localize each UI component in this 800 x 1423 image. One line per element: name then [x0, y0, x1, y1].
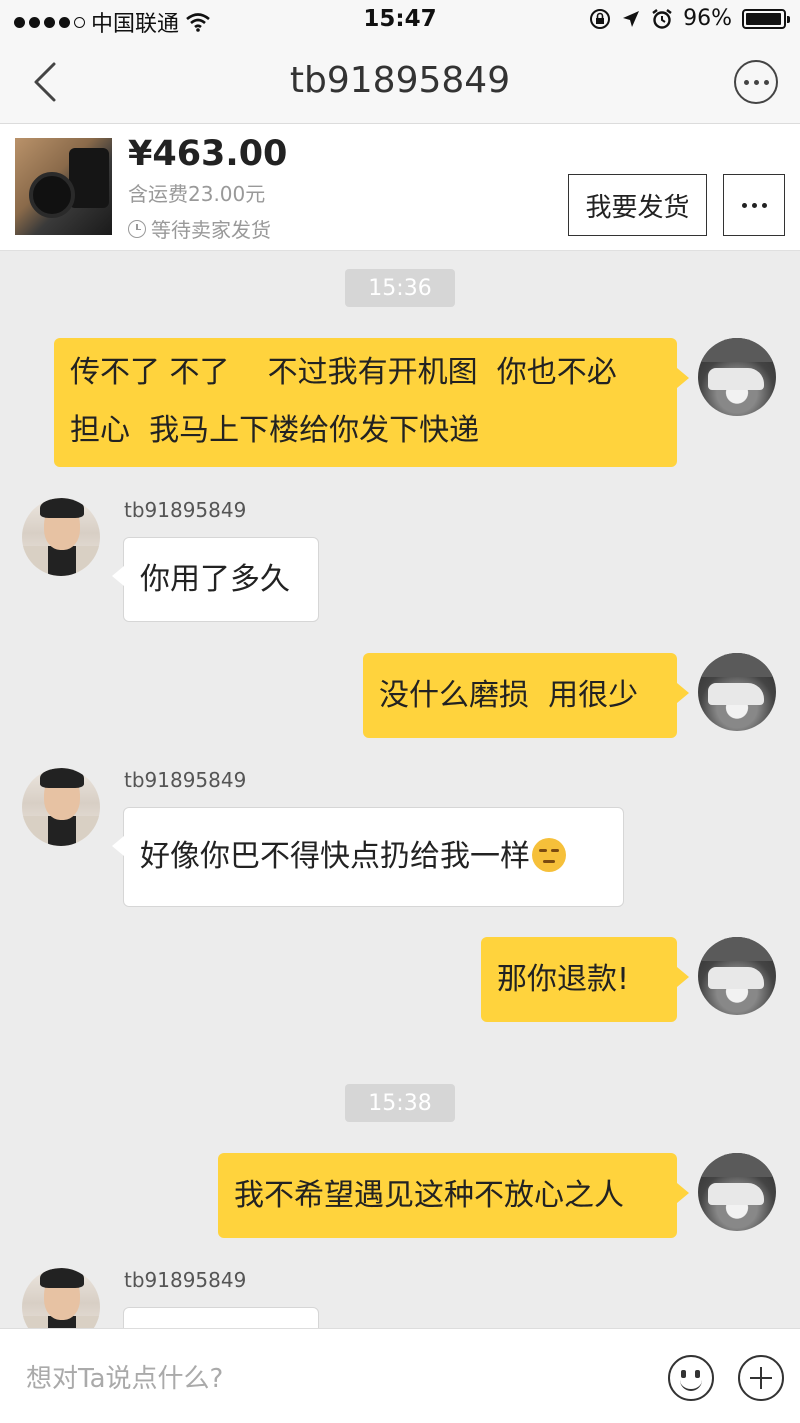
order-price: ¥463.00 — [128, 134, 288, 174]
my-avatar[interactable] — [698, 937, 776, 1015]
alarm-icon — [652, 8, 672, 29]
unamused-emoji-icon — [532, 838, 566, 872]
order-more-button[interactable] — [723, 174, 785, 236]
message-text: 好像你巴不得快点扔给我一样 — [140, 839, 530, 874]
message-text: 我不希望遇见这种不放心之人 — [234, 1178, 624, 1213]
order-card[interactable]: ¥463.00 含运费23.00元 等待卖家发货 我要发货 — [0, 124, 800, 251]
message-text-line: 传不了 不了 不过我有开机图 你也不必 — [70, 355, 617, 390]
my-avatar[interactable] — [698, 1153, 776, 1231]
battery-fill — [746, 12, 781, 25]
sender-name: tb91895849 — [124, 768, 247, 792]
message-bubble-outgoing[interactable]: 没什么磨损 用很少 — [363, 653, 689, 738]
dot — [761, 202, 767, 208]
status-bar: 中国联通 15:47 96% — [0, 0, 800, 40]
dot — [751, 202, 757, 208]
message-input-bar — [0, 1328, 800, 1423]
timestamp-chip: 15:36 — [345, 269, 455, 307]
message-text-line: 担心 我马上下楼给你发下快递 — [70, 413, 480, 448]
clock-icon — [128, 219, 146, 238]
page-title: tb91895849 — [289, 60, 511, 101]
smiley-icon[interactable] — [668, 1355, 714, 1401]
ship-button[interactable]: 我要发货 — [568, 174, 707, 236]
sender-name: tb91895849 — [124, 498, 247, 522]
message-bubble-outgoing[interactable]: 传不了 不了 不过我有开机图 你也不必 担心 我马上下楼给你发下快递 — [54, 338, 689, 467]
shipping-fee: 含运费23.00元 — [128, 182, 266, 206]
more-options-button[interactable] — [734, 60, 778, 104]
message-input[interactable] — [26, 1359, 626, 1399]
dot — [763, 79, 769, 85]
contact-avatar[interactable] — [22, 498, 100, 576]
my-avatar[interactable] — [698, 338, 776, 416]
message-text: 没什么磨损 用很少 — [379, 678, 639, 713]
dot — [741, 202, 747, 208]
rotation-lock-icon — [590, 8, 611, 29]
location-icon — [623, 10, 640, 27]
message-bubble-outgoing[interactable]: 那你退款! — [481, 937, 689, 1022]
plus-icon[interactable] — [738, 1355, 784, 1401]
camera-body — [69, 148, 109, 208]
status-right: 96% — [589, 6, 790, 31]
product-thumbnail[interactable] — [15, 138, 112, 235]
message-text: 那你退款! — [497, 962, 630, 997]
nav-bar: tb91895849 — [0, 40, 800, 124]
sender-name: tb91895849 — [124, 1268, 247, 1292]
my-avatar[interactable] — [698, 653, 776, 731]
message-bubble-outgoing[interactable]: 我不希望遇见这种不放心之人 — [218, 1153, 689, 1238]
contact-avatar[interactable] — [22, 768, 100, 846]
camera-lens — [29, 172, 75, 218]
dot — [753, 79, 759, 85]
order-status-label: 等待卖家发货 — [151, 218, 271, 242]
timestamp-chip: 15:38 — [345, 1084, 455, 1122]
message-text: 你用了多久 — [140, 562, 290, 597]
battery-percent: 96% — [683, 6, 732, 31]
message-bubble-incoming[interactable]: 你用了多久 — [112, 537, 319, 622]
order-status: 等待卖家发货 — [128, 214, 271, 243]
message-bubble-incoming[interactable]: 好像你巴不得快点扔给我一样 — [112, 807, 624, 907]
battery-icon — [742, 8, 790, 29]
dot — [743, 79, 749, 85]
